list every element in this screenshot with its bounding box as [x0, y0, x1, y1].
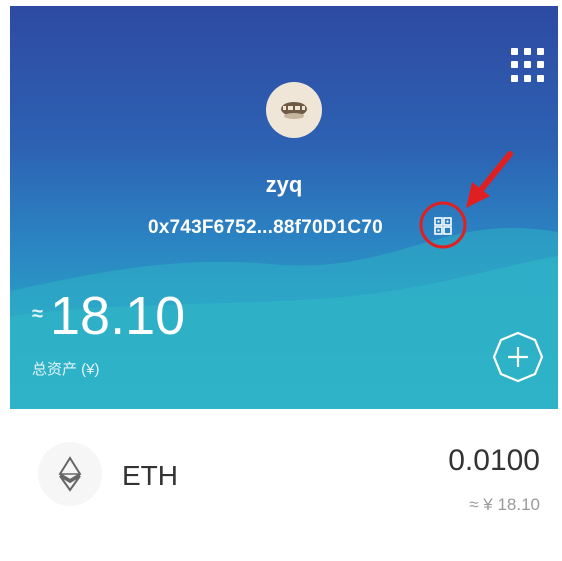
approx-symbol: ≈ [32, 303, 43, 325]
grid-menu-icon[interactable] [511, 48, 545, 82]
header-wave-background [10, 228, 558, 409]
asset-symbol: ETH [122, 460, 178, 491]
wallet-screen: zyq 0x743F6752...88f70D1C70 ≈ 18.10 总资产 … [0, 0, 562, 561]
wallet-header: zyq 0x743F6752...88f70D1C70 ≈ 18.10 总资产 … [10, 6, 558, 409]
total-balance-value: 18.10 [50, 286, 186, 346]
asset-amount: 0.0100 [448, 444, 540, 477]
avatar[interactable] [266, 82, 322, 138]
wallet-username: zyq [265, 172, 303, 197]
asset-row-eth[interactable]: ETH 0.0100 ≈ ¥ 18.10 [10, 430, 558, 530]
avatar-icon [281, 102, 307, 119]
qr-code-icon[interactable] [434, 217, 452, 235]
total-assets-label: 总资产 (¥) [32, 361, 100, 378]
ethereum-icon [38, 442, 102, 506]
add-asset-button[interactable] [492, 331, 544, 383]
wallet-address[interactable]: 0x743F6752...88f70D1C70 [148, 217, 383, 239]
asset-fiat-value: ≈ ¥ 18.10 [469, 495, 540, 514]
